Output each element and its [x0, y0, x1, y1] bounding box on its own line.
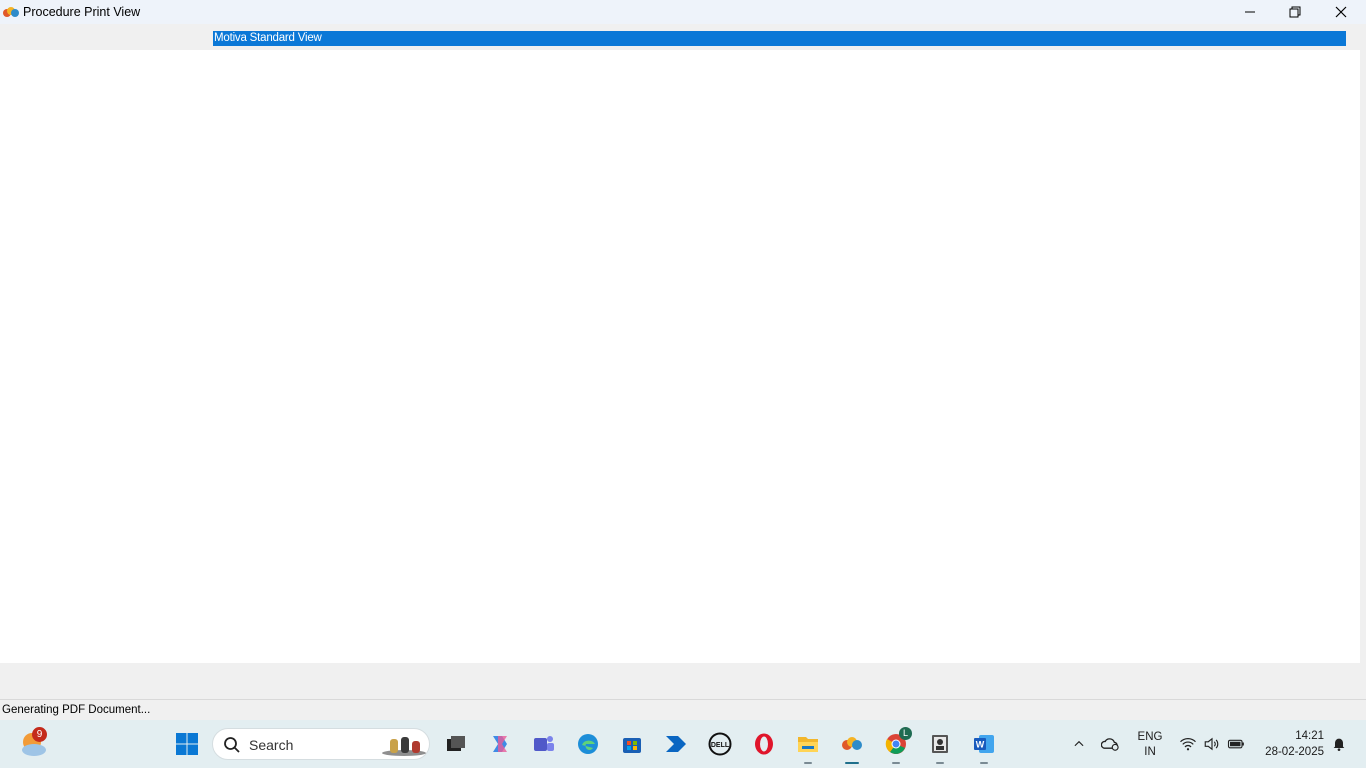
- opera-icon: [755, 733, 773, 755]
- search-highlight-icon: [382, 737, 426, 756]
- title-bar: Procedure Print View: [0, 0, 1366, 24]
- word-button[interactable]: W: [968, 728, 1000, 764]
- power-automate-icon: [666, 736, 686, 752]
- edge-icon: [578, 734, 598, 754]
- minimize-button[interactable]: [1227, 0, 1273, 24]
- status-bar: Generating PDF Document...: [0, 699, 1366, 720]
- motiva-app-icon: [842, 737, 862, 750]
- chevron-up-icon: [1074, 740, 1084, 747]
- running-indicator: [980, 762, 988, 764]
- running-indicator: [892, 762, 900, 764]
- running-indicator: [804, 762, 812, 764]
- search-placeholder: Search: [249, 737, 294, 753]
- volume-icon: [1204, 737, 1219, 751]
- active-indicator: [845, 762, 859, 764]
- dell-icon: DELL: [708, 732, 732, 756]
- wifi-icon: [1180, 738, 1196, 751]
- store-button[interactable]: [616, 728, 648, 760]
- toolbar: Motiva Standard View: [0, 24, 1366, 50]
- taskbar-search[interactable]: Search: [212, 728, 430, 760]
- clock-time: 14:21: [1295, 730, 1324, 742]
- teams-icon: [534, 736, 554, 751]
- close-icon: [1335, 6, 1347, 18]
- right-gutter: [1360, 50, 1366, 663]
- language-indicator[interactable]: ENG IN: [1134, 730, 1166, 760]
- window-title: Procedure Print View: [23, 5, 141, 19]
- show-hidden-icons-button[interactable]: [1064, 728, 1094, 760]
- svg-text:W: W: [976, 740, 985, 750]
- close-button[interactable]: [1318, 0, 1364, 24]
- taskbar: 9 Search DELL L W ENG IN 14:21 28-02-202…: [0, 720, 1366, 768]
- volume-button[interactable]: [1200, 728, 1224, 760]
- copilot-button[interactable]: [484, 728, 516, 760]
- chrome-button[interactable]: L: [880, 727, 912, 764]
- app-logo-icon: [3, 7, 19, 17]
- view-selector[interactable]: Motiva Standard View: [213, 31, 1346, 46]
- minimize-icon: [1245, 11, 1255, 13]
- contacts-icon: [932, 735, 948, 753]
- store-icon: [623, 738, 641, 753]
- dell-button[interactable]: DELL: [704, 728, 736, 760]
- file-explorer-icon: [798, 737, 818, 752]
- notifications-button[interactable]: [1328, 728, 1350, 760]
- opera-button[interactable]: [748, 728, 780, 760]
- onedrive-sync-icon: [1101, 738, 1119, 751]
- edge-button[interactable]: [572, 728, 604, 760]
- copilot-icon: [493, 736, 507, 752]
- clock[interactable]: 14:21 28-02-2025: [1265, 728, 1324, 760]
- language-code: ENG: [1137, 731, 1163, 743]
- notification-bell-icon: [1333, 738, 1345, 751]
- task-view-button[interactable]: [440, 728, 472, 760]
- language-region: IN: [1144, 746, 1156, 758]
- restore-button[interactable]: [1272, 0, 1318, 24]
- clock-date: 28-02-2025: [1265, 746, 1324, 758]
- status-text: Generating PDF Document...: [2, 704, 151, 716]
- document-view-area[interactable]: [0, 50, 1360, 663]
- contacts-button[interactable]: [924, 728, 956, 764]
- teams-button[interactable]: [528, 728, 560, 760]
- weather-badge: 9: [32, 727, 47, 742]
- word-icon: W: [974, 735, 994, 753]
- battery-button[interactable]: [1224, 728, 1248, 760]
- motiva-app-button[interactable]: [836, 728, 868, 764]
- restore-icon: [1289, 6, 1301, 18]
- file-explorer-button[interactable]: [792, 728, 824, 764]
- start-icon: [176, 733, 198, 755]
- running-indicator: [936, 762, 944, 764]
- chrome-profile-badge: L: [899, 727, 912, 740]
- onedrive-button[interactable]: [1096, 728, 1126, 760]
- search-icon: [224, 737, 240, 753]
- power-automate-button[interactable]: [660, 728, 692, 760]
- bottom-panel: [0, 663, 1366, 699]
- wifi-button[interactable]: [1176, 728, 1200, 760]
- start-button[interactable]: [171, 728, 203, 760]
- battery-icon: [1227, 739, 1244, 749]
- task-view-icon: [447, 736, 465, 751]
- svg-text:DELL: DELL: [711, 742, 730, 749]
